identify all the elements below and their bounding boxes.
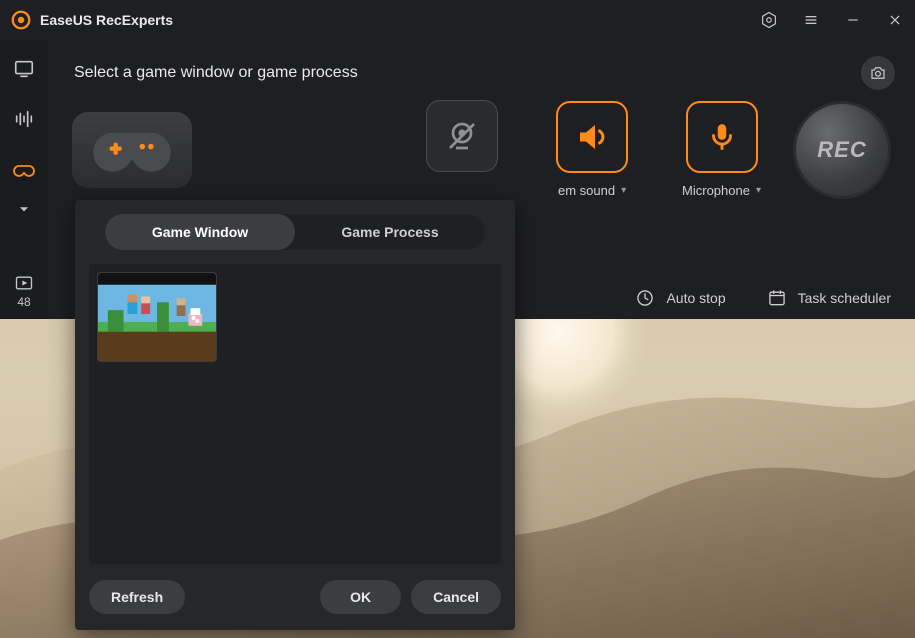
menu-icon[interactable] [801,10,821,30]
button-label: Refresh [111,589,163,605]
ok-button[interactable]: OK [320,580,401,614]
app-logo-icon [10,9,32,31]
calendar-icon [766,287,788,309]
minimize-button[interactable] [843,10,863,30]
sidebar: 48 [0,40,48,319]
recordings-button[interactable]: 48 [14,273,34,319]
auto-stop-label: Auto stop [666,290,725,306]
audio-record-icon[interactable] [10,108,38,130]
task-scheduler-button[interactable]: Task scheduler [766,287,891,309]
screenshot-button[interactable] [861,56,895,90]
tab-label: Game Process [341,224,438,240]
button-label: Cancel [433,589,479,605]
auto-stop-button[interactable]: Auto stop [634,287,725,309]
tab-label: Game Window [152,224,248,240]
webcam-toggle[interactable] [426,100,498,172]
game-selector-popup: Game Window Game Process [75,200,515,630]
button-label: OK [350,589,371,605]
app-title: EaseUS RecExperts [40,12,173,28]
window-thumbnail[interactable] [97,272,217,362]
settings-icon[interactable] [759,10,779,30]
refresh-button[interactable]: Refresh [89,580,185,614]
page-heading: Select a game window or game process [74,64,891,82]
system-sound-toggle[interactable] [556,101,628,173]
recordings-count: 48 [17,295,30,309]
game-record-icon[interactable] [10,158,38,182]
close-button[interactable] [885,10,905,30]
microphone-toggle[interactable] [686,101,758,173]
record-button[interactable]: REC [793,101,891,199]
window-list [89,264,501,564]
titlebar: EaseUS RecExperts [0,0,915,40]
tabs: Game Window Game Process [105,214,485,250]
clock-icon [634,287,656,309]
microphone-label: Microphone [682,183,750,198]
system-sound-label: em sound [558,183,615,198]
task-scheduler-label: Task scheduler [798,290,891,306]
chevron-down-icon[interactable]: ▾ [621,185,626,196]
record-label: REC [817,137,866,163]
cancel-button[interactable]: Cancel [411,580,501,614]
chevron-down-icon[interactable]: ▾ [756,185,761,196]
game-selector-button[interactable] [72,112,192,188]
tab-game-window[interactable]: Game Window [105,214,295,250]
screen-record-icon[interactable] [10,58,38,80]
more-icon[interactable] [10,200,38,217]
tab-game-process[interactable]: Game Process [295,214,485,250]
